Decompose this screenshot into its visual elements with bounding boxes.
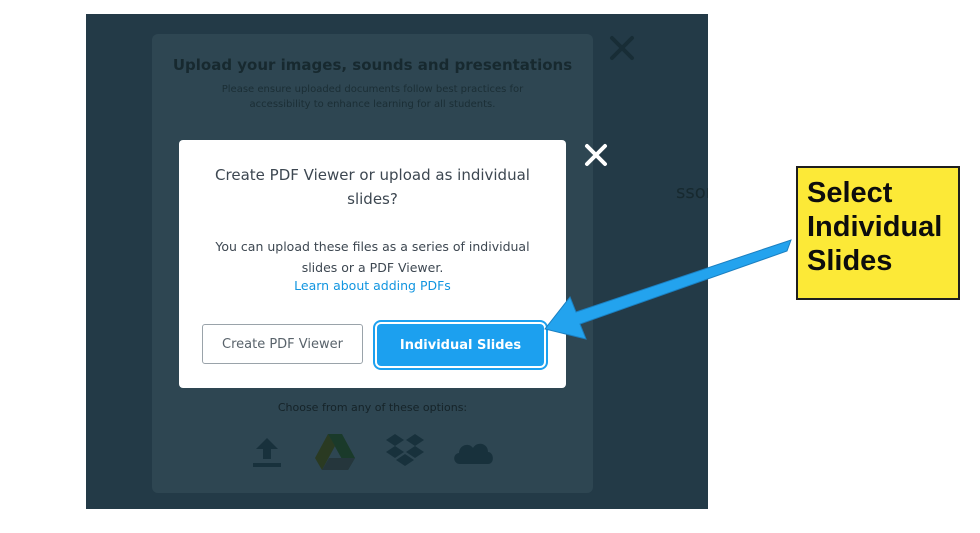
callout-line: Slides [807, 245, 893, 277]
callout-line: Individual [807, 211, 943, 243]
upload-options [247, 432, 507, 478]
upload-icon[interactable] [247, 432, 287, 472]
learn-about-pdfs-link[interactable]: Learn about adding PDFs [179, 278, 566, 293]
individual-slides-button[interactable]: Individual Slides [377, 324, 544, 366]
background-close-icon [610, 36, 634, 60]
background-text-fragment: ssons [676, 182, 708, 203]
onedrive-cloud-icon[interactable] [450, 432, 496, 472]
callout-line: Select [807, 177, 893, 209]
create-pdf-viewer-button[interactable]: Create PDF Viewer [202, 324, 363, 364]
instruction-callout: Select Individual Slides [796, 166, 960, 300]
dialog-title: Create PDF Viewer or upload as individua… [215, 166, 530, 208]
upload-choice-dialog: Create PDF Viewer or upload as individua… [179, 140, 566, 388]
close-icon[interactable] [583, 142, 609, 168]
google-drive-icon[interactable] [313, 432, 357, 474]
upload-panel-subtitle: Please ensure uploaded documents follow … [221, 84, 524, 110]
dropbox-icon[interactable] [384, 432, 426, 472]
upload-panel-title: Upload your images, sounds and presentat… [172, 56, 573, 74]
upload-options-label: Choose from any of these options: [277, 401, 468, 414]
dialog-body: You can upload these files as a series o… [215, 239, 530, 275]
